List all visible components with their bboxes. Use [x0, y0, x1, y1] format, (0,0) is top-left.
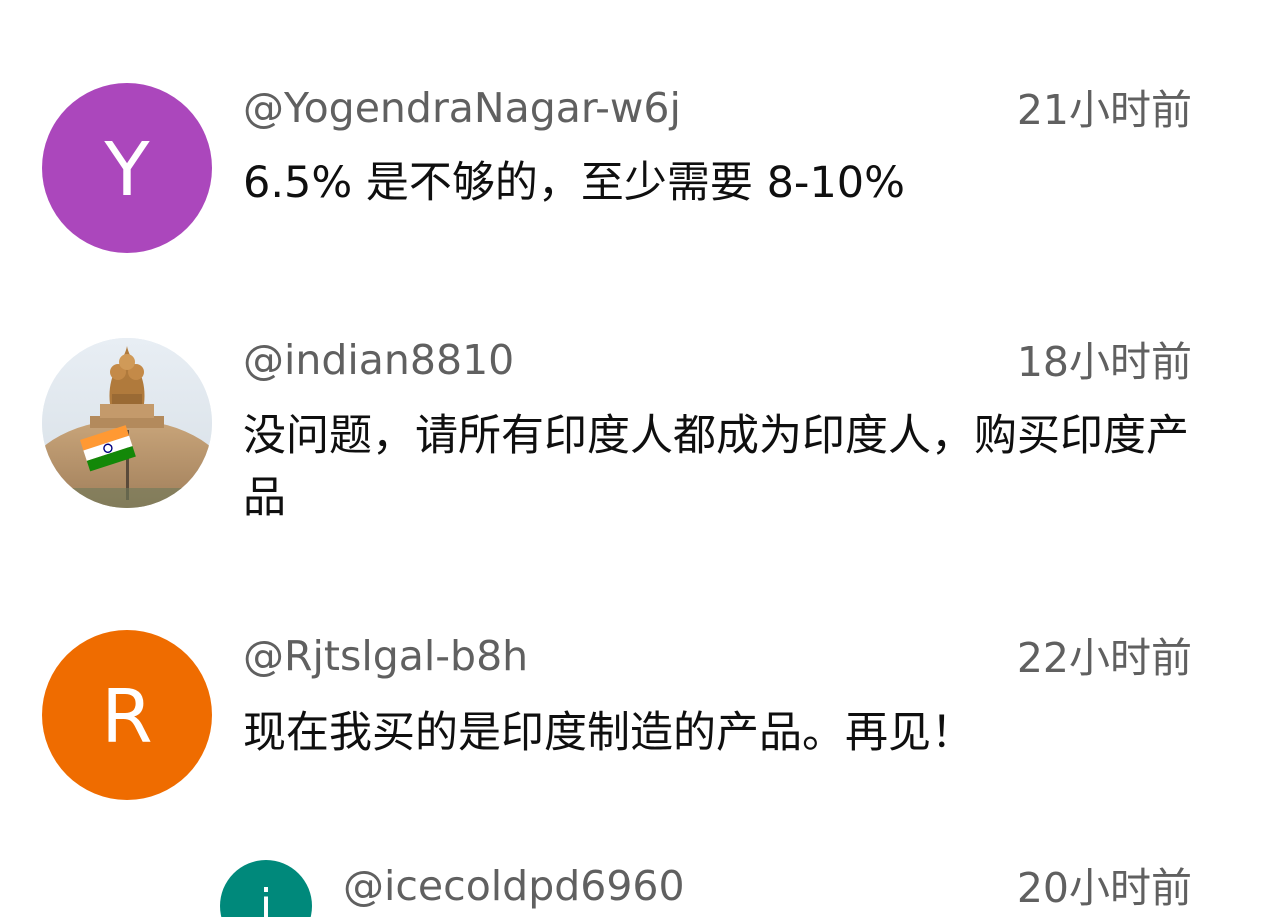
comment-timestamp: 20小时前 [1016, 864, 1192, 912]
comments-list: Y @YogendraNagar-w6j 21小时前 6.5% 是不够的，至少需… [0, 0, 1280, 917]
comment-author[interactable]: @icecoldpd6960 [343, 862, 685, 910]
avatar-letter: i [259, 880, 273, 917]
reply-item: i @icecoldpd6960 20小时前 [0, 0, 1280, 917]
avatar[interactable]: i [220, 860, 312, 917]
